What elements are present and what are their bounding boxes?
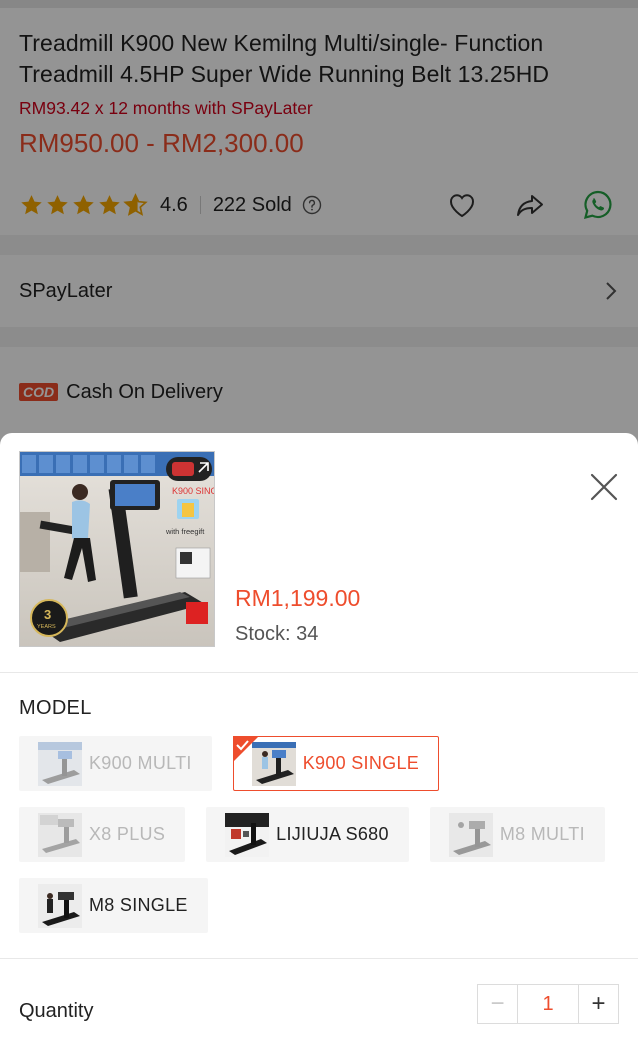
model-option-label: LIJIUJA S680 (276, 824, 389, 844)
model-thumbnail (448, 812, 493, 857)
quantity-row: Quantity − 1 + (0, 959, 638, 1063)
stock-count: Stock: 34 (235, 623, 319, 645)
selected-price: RM1,199.00 (235, 585, 361, 611)
model-option-m8-multi[interactable]: M8 MULTI (429, 807, 605, 862)
model-option-label: K900 MULTI (89, 753, 192, 773)
quantity-decrease-button[interactable]: − (478, 985, 518, 1023)
quantity-increase-button[interactable]: + (578, 985, 618, 1023)
model-option-m8-single[interactable]: M8 SINGLE (19, 878, 208, 933)
quantity-stepper: − 1 + (477, 984, 619, 1024)
model-option-label: M8 SINGLE (89, 895, 188, 915)
close-icon[interactable] (588, 471, 620, 503)
thumb-model-label: K900 SINGLE (172, 486, 215, 496)
sheet-header: K900 SINGLE with freegift 3 YEARS RM1,19… (0, 433, 638, 673)
model-thumbnail (225, 812, 270, 857)
checkmark-icon (232, 736, 259, 762)
thumb-warranty-word: YEARS (37, 624, 56, 630)
model-option-x8-plus[interactable]: X8 PLUS (19, 807, 186, 862)
thumb-warranty-years: 3 (44, 607, 51, 622)
model-option-label: M8 MULTI (499, 824, 585, 844)
model-option-label: K900 SINGLE (302, 753, 420, 773)
model-thumbnail (38, 883, 82, 928)
model-thumbnail (38, 741, 82, 786)
quantity-label: Quantity (19, 999, 94, 1022)
quantity-input[interactable]: 1 (518, 985, 578, 1023)
selected-product-image[interactable]: K900 SINGLE with freegift 3 YEARS (19, 451, 215, 647)
thumb-gift-label: with freegift (165, 527, 205, 536)
model-option-k900-multi[interactable]: K900 MULTI (19, 736, 212, 791)
model-title: MODEL (19, 697, 92, 719)
model-thumbnail (38, 812, 82, 857)
variation-sheet: K900 SINGLE with freegift 3 YEARS RM1,19… (0, 433, 638, 1064)
model-option-k900-single[interactable]: K900 SINGLE (232, 736, 440, 791)
model-options: K900 MULTI K900 SINGLE X8 PLUS LIJIUJA S… (19, 736, 619, 933)
model-option-label: X8 PLUS (89, 824, 166, 844)
model-section: MODEL K900 MULTI K900 SINGLE X8 PLUS LIJ… (0, 673, 638, 959)
model-option-lijiuja-s680[interactable]: LIJIUJA S680 (206, 807, 409, 862)
